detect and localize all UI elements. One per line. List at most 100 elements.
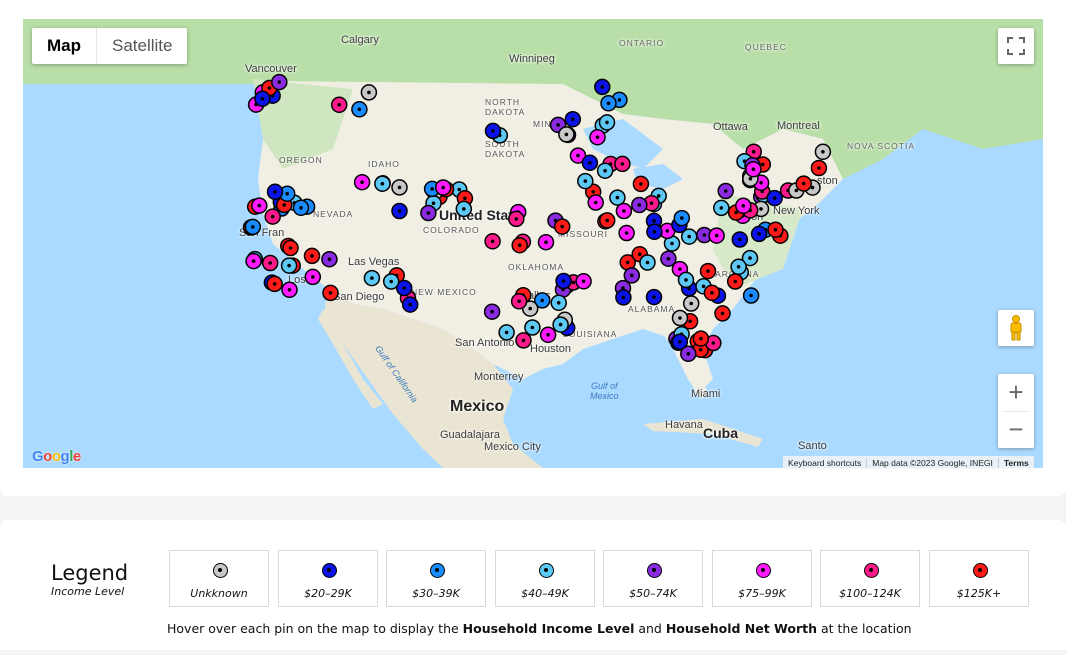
map-pin[interactable] [550, 294, 567, 312]
map-pin[interactable] [766, 189, 783, 207]
map-pin[interactable] [708, 227, 725, 244]
map-pin[interactable] [524, 319, 541, 336]
map-pin[interactable] [508, 210, 525, 228]
map-pin[interactable] [303, 247, 321, 265]
map-pin[interactable] [581, 154, 599, 172]
map-pin[interactable] [680, 345, 697, 363]
map-pin[interactable] [564, 110, 582, 128]
map-pin[interactable] [484, 233, 501, 250]
map-pin[interactable] [254, 90, 271, 108]
map-pin[interactable] [552, 316, 569, 333]
map-pin[interactable] [304, 268, 322, 286]
map-pin[interactable] [515, 332, 532, 349]
map-pin[interactable] [615, 289, 632, 306]
map-pin[interactable] [281, 281, 298, 299]
map-pin[interactable] [539, 326, 557, 344]
map-pin[interactable] [714, 305, 731, 322]
map-pin[interactable] [434, 179, 452, 196]
map-pin[interactable] [264, 208, 281, 225]
map-pin[interactable] [594, 78, 611, 96]
map-pin[interactable] [726, 273, 744, 290]
map-pin[interactable] [483, 303, 501, 320]
map-pin[interactable] [484, 122, 502, 140]
map-pin[interactable] [280, 257, 298, 274]
map-pin[interactable] [673, 209, 691, 227]
map-pin[interactable] [703, 284, 721, 302]
map-pin[interactable] [750, 225, 768, 243]
zoom-out-button[interactable]: − [998, 411, 1034, 448]
zoom-in-button[interactable]: + [998, 374, 1034, 411]
map-pin[interactable] [645, 288, 663, 306]
map-pin[interactable] [244, 218, 262, 236]
pins-layer[interactable] [23, 19, 1043, 468]
map-pin[interactable] [353, 173, 371, 191]
map-pin[interactable] [382, 273, 400, 290]
terms-link[interactable]: Terms [999, 458, 1034, 468]
map-type-satellite-button[interactable]: Satellite [97, 28, 187, 64]
map-pin[interactable] [699, 262, 717, 280]
map-pin[interactable] [589, 128, 606, 146]
map-pin[interactable] [614, 155, 631, 173]
map-pin[interactable] [646, 223, 663, 241]
map-pin[interactable] [717, 182, 734, 200]
map-pin[interactable] [742, 287, 760, 304]
map-pin[interactable] [282, 239, 299, 257]
map-pin[interactable] [810, 159, 828, 177]
map-pin[interactable] [615, 202, 633, 220]
map-pin[interactable] [360, 84, 378, 101]
map-pin[interactable] [401, 296, 419, 313]
map-canvas[interactable]: Calgary Vancouver Winnipeg ONTARIO QUEBE… [23, 19, 1043, 468]
map-pin[interactable] [322, 284, 339, 302]
map-pin[interactable] [767, 221, 784, 238]
map-pin[interactable] [713, 199, 730, 217]
map-pin[interactable] [598, 114, 616, 131]
map-pin[interactable] [692, 330, 710, 347]
map-pin[interactable] [730, 258, 747, 276]
map-pin[interactable] [271, 73, 288, 91]
map-pin[interactable] [632, 175, 650, 193]
map-type-map-button[interactable]: Map [32, 28, 97, 64]
map-pin[interactable] [537, 233, 555, 251]
map-pin[interactable] [682, 295, 700, 312]
map-pin[interactable] [266, 275, 283, 293]
google-logo[interactable]: Google [32, 448, 81, 465]
map-pin[interactable] [639, 254, 656, 271]
map-pin[interactable] [618, 224, 635, 242]
map-pin[interactable] [596, 162, 614, 179]
map-pin[interactable] [558, 126, 575, 143]
map-pin[interactable] [623, 267, 641, 284]
map-pin[interactable] [351, 101, 368, 118]
map-pin[interactable] [245, 252, 262, 270]
keyboard-shortcuts-link[interactable]: Keyboard shortcuts [783, 457, 868, 468]
map-pin[interactable] [391, 202, 408, 220]
map-pin[interactable] [261, 254, 279, 272]
map-pin[interactable] [731, 231, 749, 248]
map-pin[interactable] [575, 273, 592, 290]
map-pin[interactable] [510, 293, 528, 310]
map-pin[interactable] [671, 309, 689, 327]
fullscreen-button[interactable] [998, 28, 1034, 64]
map-pin[interactable] [321, 250, 338, 268]
map-pin[interactable] [600, 95, 617, 112]
map-pin[interactable] [631, 196, 648, 214]
map-pin[interactable] [745, 160, 762, 178]
map-pin[interactable] [251, 197, 268, 214]
map-pin[interactable] [795, 175, 812, 192]
map-pin[interactable] [553, 218, 571, 235]
map-pin[interactable] [598, 212, 616, 229]
map-pin[interactable] [374, 175, 391, 192]
map-pin[interactable] [735, 197, 752, 215]
map-pin[interactable] [587, 194, 604, 211]
map-pin[interactable] [266, 183, 284, 201]
map-pin[interactable] [363, 269, 381, 287]
map-pin[interactable] [455, 200, 473, 218]
map-pin[interactable] [292, 199, 310, 217]
map-pin[interactable] [814, 143, 832, 161]
map-pin[interactable] [498, 324, 515, 341]
map-pin[interactable] [555, 272, 572, 290]
map-pin[interactable] [677, 271, 695, 289]
street-view-pegman-button[interactable] [998, 310, 1034, 346]
map-pin[interactable] [420, 204, 437, 222]
map-pin[interactable] [577, 172, 594, 190]
map-pin[interactable] [511, 236, 528, 254]
